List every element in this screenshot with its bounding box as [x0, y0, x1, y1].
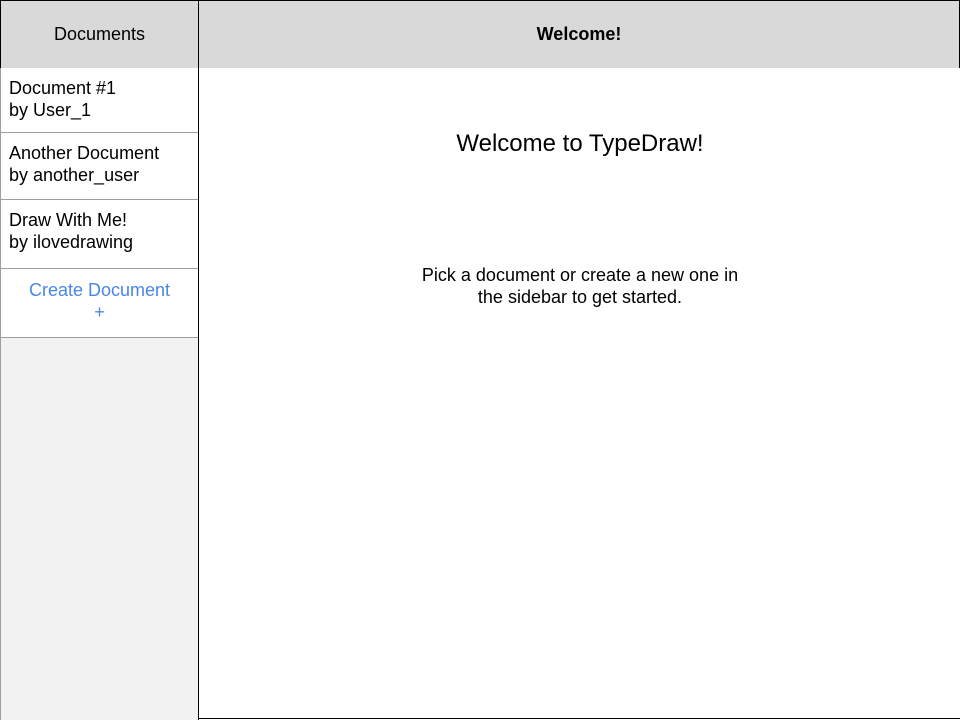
plus-icon: + — [94, 302, 105, 322]
sidebar-header-label: Documents — [53, 24, 146, 44]
main-header: Welcome! — [198, 0, 960, 69]
create-document-label: Create Document — [28, 280, 171, 300]
sidebar: Document #1 by User_1 Another Document b… — [0, 68, 199, 720]
create-document-button[interactable]: Create Document + — [1, 269, 198, 338]
sidebar-header: Documents — [0, 0, 199, 69]
app-window: Documents Welcome! Document #1 by User_1… — [0, 0, 960, 720]
document-title: Another Document — [9, 143, 160, 163]
document-list-item[interactable]: Document #1 by User_1 — [1, 68, 198, 133]
main-content: Welcome to TypeDraw! Pick a document or … — [198, 68, 960, 719]
main-header-label: Welcome! — [536, 24, 622, 44]
document-author: by another_user — [9, 165, 140, 185]
document-author: by User_1 — [9, 100, 92, 120]
welcome-title: Welcome to TypeDraw! — [456, 130, 704, 157]
document-author: by ilovedrawing — [9, 232, 134, 252]
document-title: Document #1 — [9, 78, 117, 98]
welcome-message: Pick a document or create a new one in t… — [421, 265, 739, 307]
document-title: Draw With Me! — [9, 210, 128, 230]
document-list-item[interactable]: Another Document by another_user — [1, 133, 198, 200]
document-list-item[interactable]: Draw With Me! by ilovedrawing — [1, 200, 198, 269]
